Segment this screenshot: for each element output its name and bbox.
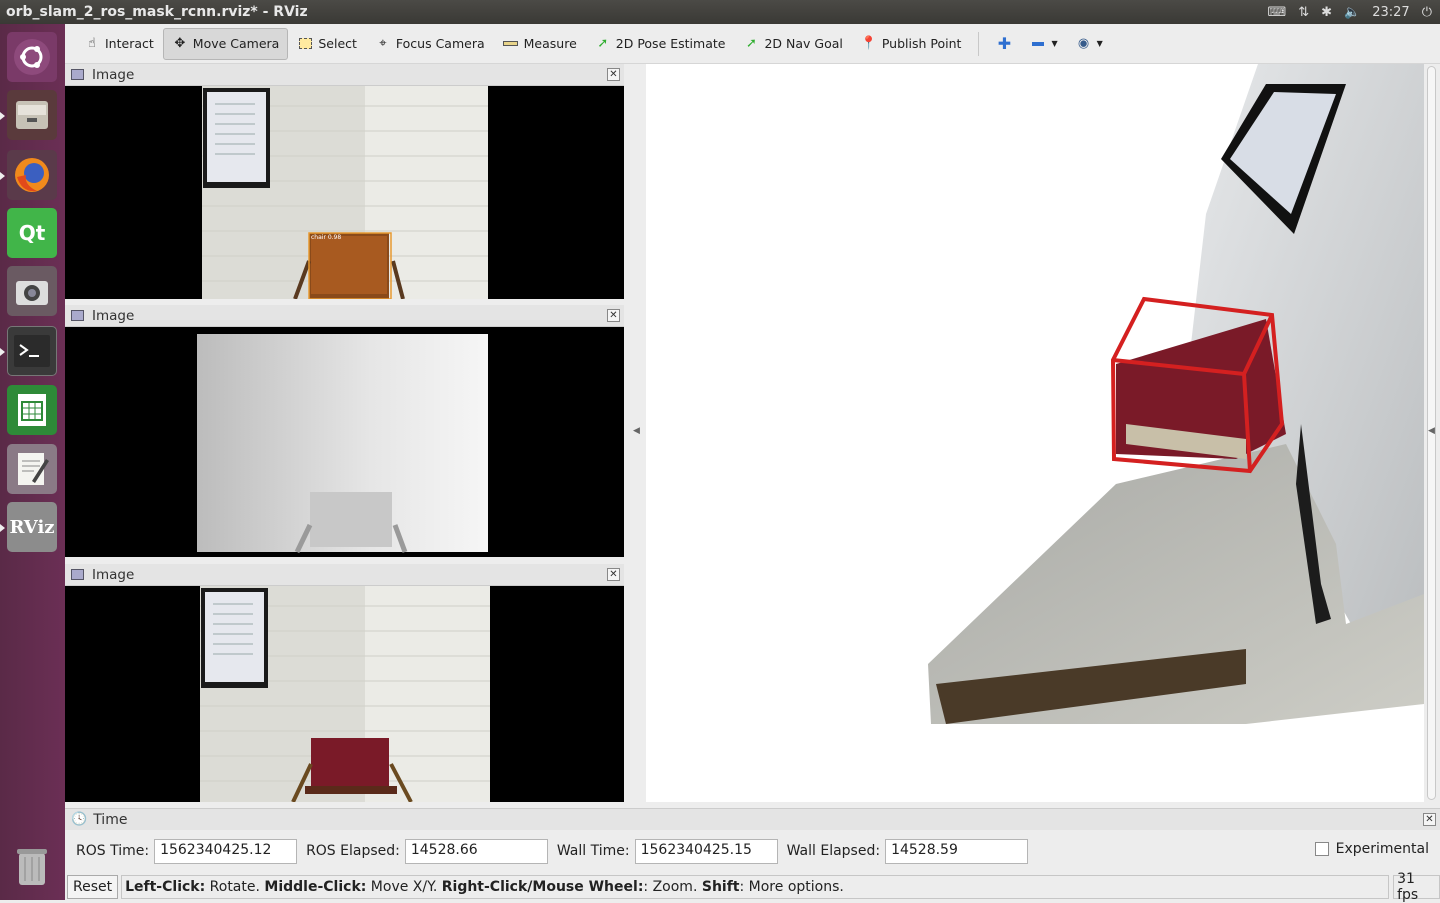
ros-elapsed-field[interactable]: 14528.66 (404, 838, 548, 864)
power-icon[interactable]: ⏻ (1422, 5, 1432, 20)
remove-tool-button[interactable]: ▼ (1021, 28, 1066, 60)
view-options-button[interactable]: ◉ ▼ (1067, 28, 1112, 60)
3d-render-viewport[interactable] (646, 64, 1424, 802)
ros-elapsed-label: ROS Elapsed: (306, 843, 400, 859)
add-tool-button[interactable]: ✚ (987, 28, 1021, 60)
wall-time-field[interactable]: 1562340425.15 (634, 838, 778, 864)
focus-camera-tool-button[interactable]: ⌖ Focus Camera (366, 28, 494, 60)
clock-icon: 🕓 (71, 812, 88, 827)
wall-elapsed-label: Wall Elapsed: (786, 843, 881, 859)
interact-tool-button[interactable]: ☝ Interact (75, 28, 163, 60)
wall-elapsed-field[interactable]: 14528.59 (885, 838, 1029, 864)
close-icon[interactable]: ✕ (1423, 813, 1436, 826)
window-title: orb_slam_2_ros_mask_rcnn.rviz* - RViz (6, 4, 308, 20)
image-view-depth[interactable] (65, 327, 624, 557)
rviz-toolbar: ☝ Interact ✥ Move Camera Select ⌖ Focus … (65, 24, 1440, 64)
status-bar: Reset Left-Click: Rotate. Middle-Click: … (65, 871, 1440, 903)
collapse-right-icon[interactable]: ◀ (1428, 426, 1435, 436)
camera-icon[interactable] (7, 266, 57, 316)
wall-time-label: Wall Time: (556, 843, 630, 859)
minus-icon (1030, 36, 1046, 52)
close-icon[interactable]: ✕ (607, 68, 620, 81)
green-arrow-icon: ➚ (746, 36, 757, 51)
bluetooth-icon[interactable]: ✱ (1321, 5, 1332, 20)
image-icon (71, 69, 84, 80)
ruler-icon (503, 36, 519, 52)
image-panel-header: Image ✕ (65, 305, 624, 327)
network-icon[interactable]: ⇅ (1298, 5, 1309, 20)
hand-pointer-icon: ☝ (88, 36, 96, 51)
files-icon[interactable] (7, 90, 57, 140)
ros-time-label: ROS Time: (76, 843, 150, 859)
select-box-icon (297, 36, 313, 52)
eye-icon: ◉ (1077, 36, 1090, 51)
keyboard-icon[interactable]: ⌨ (1267, 5, 1286, 20)
image-view-rgb-detection[interactable]: chair 0.98 (65, 86, 624, 299)
reset-button[interactable]: Reset (67, 874, 119, 899)
clock[interactable]: 23:27 (1372, 5, 1409, 20)
map-pin-icon: 📍 (860, 36, 877, 51)
volume-icon[interactable]: 🔈 (1344, 5, 1360, 20)
collapse-left-icon[interactable]: ◀ (633, 426, 640, 436)
green-arrow-icon: ➚ (597, 36, 609, 51)
focus-crosshair-icon: ⌖ (379, 36, 387, 51)
fps-counter: 31 fps (1393, 871, 1440, 903)
image-icon (71, 569, 84, 580)
launcher-sidebar: Qt RViz (0, 24, 65, 900)
chevron-down-icon: ▼ (1096, 39, 1103, 48)
viewport-scrollbar[interactable]: ◀ (1424, 64, 1440, 802)
publish-point-tool-button[interactable]: 📍 Publish Point (852, 28, 971, 60)
terminal-icon[interactable] (7, 326, 57, 376)
experimental-checkbox[interactable] (1314, 842, 1329, 856)
chevron-down-icon: ▼ (1051, 39, 1058, 48)
rviz-icon[interactable]: RViz (7, 502, 57, 552)
experimental-option: Experimental (1314, 841, 1429, 857)
move-camera-tool-button[interactable]: ✥ Move Camera (162, 27, 289, 60)
window-title-bar: orb_slam_2_ros_mask_rcnn.rviz* - RViz ⌨ … (0, 0, 1440, 24)
nav-goal-tool-button[interactable]: ➚ 2D Nav Goal (734, 28, 851, 60)
qt-creator-icon[interactable]: Qt (7, 208, 57, 258)
ubuntu-logo-icon[interactable] (7, 32, 57, 82)
ros-time-field[interactable]: 1562340425.12 (154, 838, 298, 864)
image-panel-header: Image ✕ (65, 564, 624, 586)
plus-icon: ✚ (997, 34, 1012, 53)
pose-estimate-tool-button[interactable]: ➚ 2D Pose Estimate (586, 28, 735, 60)
time-panel: ROS Time: 1562340425.12 ROS Elapsed: 145… (65, 830, 1440, 872)
time-panel-header: 🕓 Time ✕ (65, 808, 1440, 830)
status-hint: Left-Click: Rotate. Middle-Click: Move X… (121, 874, 1390, 899)
text-editor-icon[interactable] (7, 444, 57, 494)
close-icon[interactable]: ✕ (607, 309, 620, 322)
close-icon[interactable]: ✕ (607, 568, 620, 581)
select-tool-button[interactable]: Select (288, 28, 366, 60)
trash-icon[interactable] (7, 842, 57, 892)
firefox-icon[interactable] (7, 150, 57, 200)
panel-splitter[interactable]: ◀ (624, 64, 646, 802)
spreadsheet-icon[interactable] (7, 385, 57, 435)
image-view-rgb-raw[interactable] (65, 586, 624, 802)
system-tray: ⌨ ⇅ ✱ 🔈 23:27 ⏻ (1267, 0, 1432, 24)
move-camera-icon: ✥ (174, 36, 186, 51)
detection-label: chair 0.98 (311, 234, 341, 241)
measure-tool-button[interactable]: Measure (494, 28, 586, 60)
image-icon (71, 310, 84, 321)
image-panel-header: Image ✕ (65, 64, 624, 86)
